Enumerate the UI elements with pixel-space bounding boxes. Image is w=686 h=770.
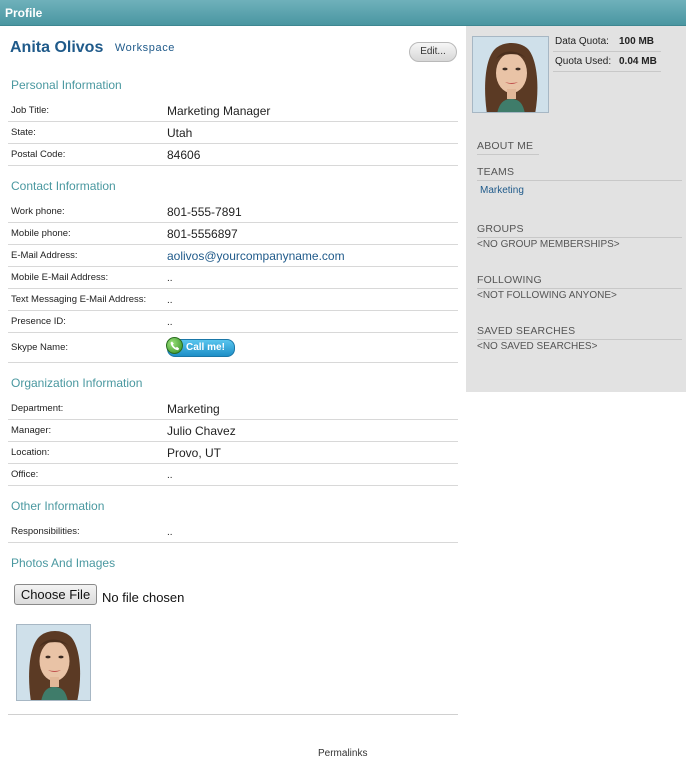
field-label: Responsibilities: xyxy=(11,526,80,537)
field-value: Julio Chavez xyxy=(167,424,236,438)
field-label: Skype Name: xyxy=(11,342,69,353)
field-value: Marketing xyxy=(167,402,220,416)
person-name: Anita Olivos xyxy=(10,39,104,56)
section-title-other: Other Information xyxy=(11,499,105,513)
field-label: Mobile E-Mail Address: xyxy=(11,272,109,283)
saved-searches-heading: SAVED SEARCHES xyxy=(477,325,682,340)
field-value: 801-555-7891 xyxy=(167,205,242,219)
teams-heading: TEAMS xyxy=(477,166,682,181)
quota-used-label: Quota Used: xyxy=(555,56,612,67)
profile-photo-thumbnail[interactable] xyxy=(16,624,91,701)
data-quota-label: Data Quota: xyxy=(555,36,609,47)
following-empty-text: <NOT FOLLOWING ANYONE> xyxy=(477,290,617,301)
field-label: Job Title: xyxy=(11,105,50,116)
about-me-heading: ABOUT ME xyxy=(477,140,539,155)
section-title-organization: Organization Information xyxy=(11,376,143,390)
profile-header-bar: Profile xyxy=(0,0,686,26)
section-title-contact: Contact Information xyxy=(11,179,116,193)
field-label: Postal Code: xyxy=(11,149,66,160)
skype-call-button[interactable]: Call me! xyxy=(166,337,235,357)
file-status-text: No file chosen xyxy=(102,590,185,605)
data-quota-row: Data Quota: 100 MB xyxy=(553,32,661,52)
field-value: Provo, UT xyxy=(167,446,222,460)
name-row: Anita Olivos Workspace xyxy=(10,39,175,59)
field-row-mobile-email: Mobile E-Mail Address: .. xyxy=(8,267,458,289)
quota-used-row: Quota Used: 0.04 MB xyxy=(553,52,661,72)
field-row-postal-code: Postal Code: 84606 xyxy=(8,144,458,166)
following-heading: FOLLOWING xyxy=(477,274,682,289)
permalinks-link[interactable]: Permalinks xyxy=(318,748,367,759)
field-row-skype-name: Skype Name: Call me! xyxy=(8,333,458,363)
profile-main: Anita Olivos Workspace Edit... Personal … xyxy=(0,26,466,770)
field-value: 84606 xyxy=(167,148,201,162)
team-link-marketing[interactable]: Marketing xyxy=(480,185,524,196)
field-row-job-title: Job Title: Marketing Manager xyxy=(8,100,458,122)
field-row-department: Department: Marketing xyxy=(8,398,458,420)
field-row-work-phone: Work phone: 801-555-7891 xyxy=(8,201,458,223)
field-value: .. xyxy=(167,527,173,538)
field-label: Manager: xyxy=(11,425,52,436)
data-quota-value: 100 MB xyxy=(619,36,655,47)
field-row-manager: Manager: Julio Chavez xyxy=(8,420,458,442)
field-label: State: xyxy=(11,127,36,138)
bottom-divider xyxy=(8,714,458,715)
edit-button[interactable]: Edit... xyxy=(409,42,457,62)
field-row-location: Location: Provo, UT xyxy=(8,442,458,464)
field-value: .. xyxy=(167,295,173,306)
email-link[interactable]: aolivos@yourcompanyname.com xyxy=(167,249,345,263)
section-title-photos: Photos And Images xyxy=(11,556,116,570)
field-label: Text Messaging E-Mail Address: xyxy=(11,294,147,305)
field-value: .. xyxy=(167,273,173,284)
field-row-responsibilities: Responsibilities: .. xyxy=(8,521,458,543)
field-label: Office: xyxy=(11,469,39,480)
field-row-presence-id: Presence ID: .. xyxy=(8,311,458,333)
sidebar-profile-photo xyxy=(472,36,549,113)
groups-heading: GROUPS xyxy=(477,223,682,238)
field-value: Utah xyxy=(167,126,193,140)
skype-call-label: Call me! xyxy=(186,342,225,353)
field-row-email: E-Mail Address: aolivos@yourcompanyname.… xyxy=(8,245,458,267)
field-row-mobile-phone: Mobile phone: 801-5556897 xyxy=(8,223,458,245)
field-row-state: State: Utah xyxy=(8,122,458,144)
field-label: Location: xyxy=(11,447,50,458)
field-value: .. xyxy=(167,470,173,481)
field-value: .. xyxy=(167,317,173,328)
field-row-text-messaging-email: Text Messaging E-Mail Address: .. xyxy=(8,289,458,311)
field-row-office: Office: .. xyxy=(8,464,458,486)
quota-used-value: 0.04 MB xyxy=(619,56,657,67)
field-value: 801-5556897 xyxy=(167,227,238,241)
groups-empty-text: <NO GROUP MEMBERSHIPS> xyxy=(477,239,620,250)
field-label: E-Mail Address: xyxy=(11,250,78,261)
field-label: Department: xyxy=(11,403,64,414)
field-label: Mobile phone: xyxy=(11,228,71,239)
choose-file-button[interactable]: Choose File xyxy=(14,584,97,605)
page-title: Profile xyxy=(5,6,43,20)
field-label: Presence ID: xyxy=(11,316,66,327)
section-title-personal: Personal Information xyxy=(11,78,122,92)
phone-icon xyxy=(166,337,183,354)
workspace-link[interactable]: Workspace xyxy=(115,42,175,54)
saved-searches-empty-text: <NO SAVED SEARCHES> xyxy=(477,341,598,352)
profile-sidebar: Data Quota: 100 MB Quota Used: 0.04 MB A… xyxy=(466,26,686,392)
field-label: Work phone: xyxy=(11,206,65,217)
field-value: Marketing Manager xyxy=(167,104,271,118)
